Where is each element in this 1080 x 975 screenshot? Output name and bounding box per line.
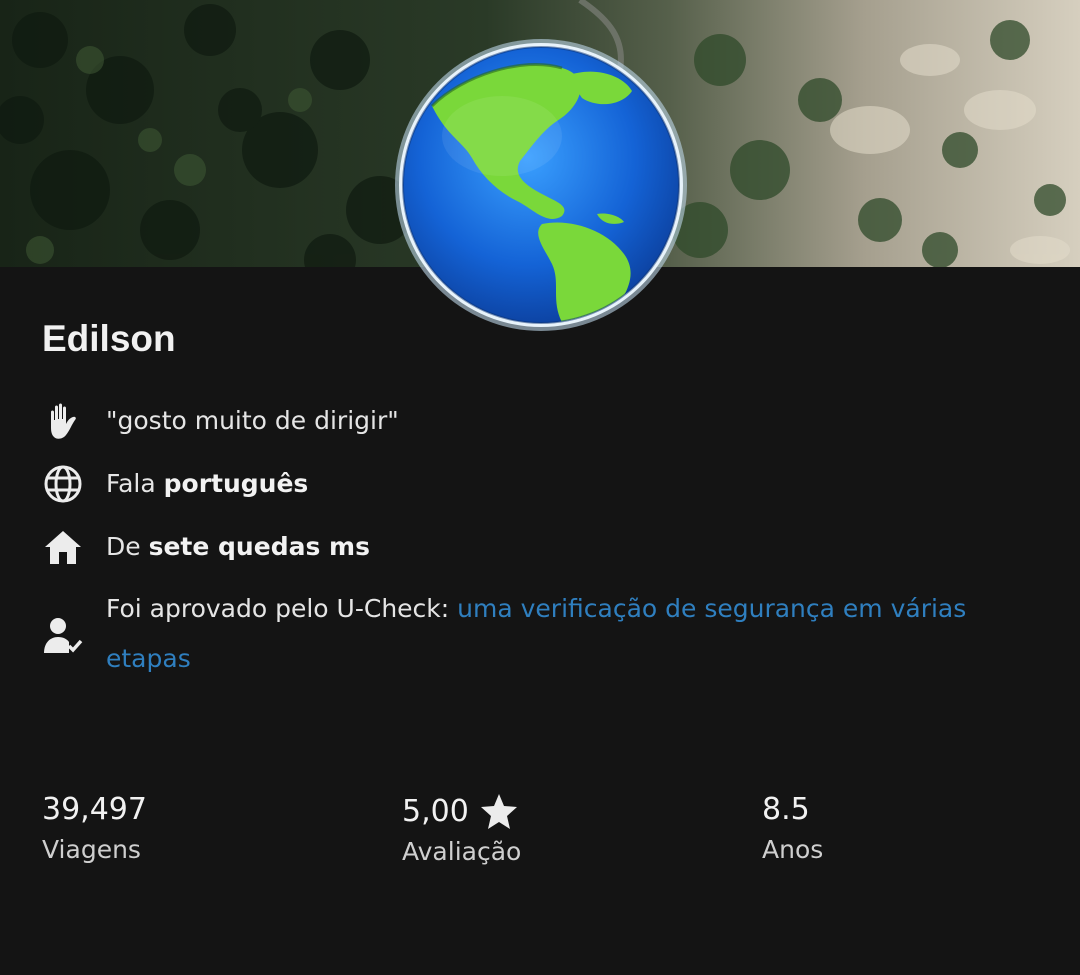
- driver-name: Edilson: [42, 318, 176, 359]
- hometown-prefix: De: [106, 532, 141, 561]
- star-icon: [480, 794, 517, 829]
- verification-prefix: Foi aprovado pelo U-Check:: [106, 594, 450, 623]
- stat-years-value: 8.5: [762, 792, 810, 827]
- verification-row: Foi aprovado pelo U-Check: uma verificaç…: [42, 584, 1042, 684]
- language-text: Fala português: [106, 459, 308, 509]
- language-row: Fala português: [42, 459, 1042, 509]
- hometown-value: sete quedas ms: [148, 532, 370, 561]
- language-value: português: [163, 469, 309, 498]
- verification-text: Foi aprovado pelo U-Check: uma verificaç…: [106, 584, 1036, 684]
- hometown-row: De sete quedas ms: [42, 522, 1042, 572]
- stat-trips: 39,497 Viagens: [42, 790, 147, 870]
- user-check-icon: [44, 618, 83, 653]
- language-prefix: Fala: [106, 469, 156, 498]
- stat-years-label: Anos: [762, 835, 824, 864]
- stat-rating-label: Avaliação: [402, 837, 522, 866]
- stat-years: 8.5 Anos: [762, 790, 823, 870]
- stat-trips-value: 39,497: [42, 792, 147, 827]
- avatar[interactable]: [392, 36, 690, 334]
- hometown-text: De sete quedas ms: [106, 522, 370, 572]
- stat-trips-label: Viagens: [42, 835, 141, 864]
- globe-icon: [44, 465, 82, 503]
- home-icon: [45, 531, 81, 564]
- quote-row: "gosto muito de dirigir": [42, 396, 1042, 446]
- stat-rating-value: 5,00: [402, 794, 469, 829]
- stat-rating: 5,00 Avaliação: [402, 792, 521, 872]
- earth-globe-avatar: [395, 39, 687, 331]
- stat-rating-value-row: 5,00: [402, 792, 521, 832]
- quote-text: "gosto muito de dirigir": [106, 406, 399, 435]
- wave-hand-icon: [51, 403, 76, 439]
